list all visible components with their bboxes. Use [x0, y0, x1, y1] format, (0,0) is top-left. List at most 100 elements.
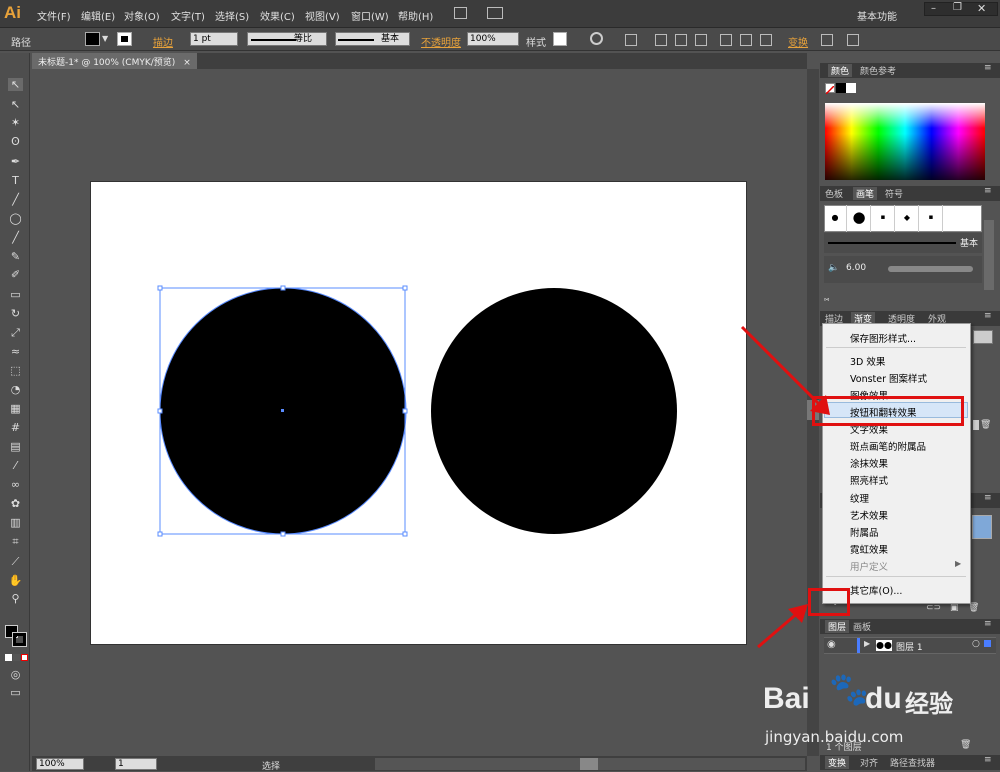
- close-icon[interactable]: ✕: [977, 2, 986, 15]
- current-tool-status[interactable]: 选择: [262, 759, 280, 772]
- panel-menu-icon[interactable]: ≡: [984, 493, 992, 503]
- isolate-icon[interactable]: [821, 34, 833, 46]
- menu-item-neon[interactable]: 霓虹效果: [850, 542, 888, 556]
- align-left-icon[interactable]: [655, 34, 667, 46]
- stroke-color-box[interactable]: [12, 632, 27, 647]
- menu-item-illuminate[interactable]: 照亮样式: [850, 473, 888, 487]
- shape-builder-tool-icon[interactable]: ◔: [8, 383, 23, 396]
- delete-style-icon[interactable]: 🗑: [968, 603, 979, 613]
- blob-brush-tool-icon[interactable]: ✐: [8, 268, 23, 281]
- gradient-type-dropdown[interactable]: [973, 330, 993, 344]
- menu-select[interactable]: 选择(S): [215, 8, 249, 23]
- break-link-icon[interactable]: ⊂⊃: [926, 603, 941, 613]
- line-tool-icon[interactable]: ╱: [8, 193, 23, 206]
- gradient-tool-icon[interactable]: ▤: [8, 440, 23, 453]
- column-graph-tool-icon[interactable]: ▥: [8, 516, 23, 529]
- menu-item-blob-brush[interactable]: 斑点画笔的附属品: [850, 439, 926, 453]
- tab-color-guide[interactable]: 颜色参考: [860, 64, 896, 77]
- menu-edit[interactable]: 编辑(E): [81, 8, 115, 23]
- expand-triangle-icon[interactable]: ▶: [864, 639, 870, 648]
- color-mode-icon[interactable]: [5, 654, 12, 661]
- target-icon[interactable]: ○: [972, 639, 980, 649]
- menu-item-3d-effects[interactable]: 3D 效果: [850, 354, 885, 368]
- options-icon[interactable]: [847, 34, 859, 46]
- recolor-icon[interactable]: [590, 32, 603, 45]
- magic-wand-tool-icon[interactable]: ✶: [8, 116, 23, 129]
- artwork-canvas[interactable]: [90, 181, 747, 645]
- menu-item-user-defined[interactable]: 用户定义: [850, 559, 888, 573]
- panel-menu-icon[interactable]: ≡: [984, 755, 992, 765]
- mesh-tool-icon[interactable]: #: [8, 421, 23, 434]
- menu-item-other-library[interactable]: 其它库(O)...: [850, 583, 902, 597]
- none-swatch[interactable]: [825, 83, 835, 95]
- tab-symbols[interactable]: 符号: [885, 187, 903, 200]
- brush-art-row[interactable]: 🔈 6.00: [824, 256, 982, 283]
- pencil-tool-icon[interactable]: ✎: [8, 250, 23, 263]
- handle-bottom[interactable]: [280, 531, 286, 537]
- handle-top-right[interactable]: [402, 285, 408, 291]
- gradient-slider-stop[interactable]: [973, 420, 979, 430]
- artboard-tool-icon[interactable]: ⌗: [8, 535, 23, 548]
- panel-menu-icon[interactable]: ≡: [984, 186, 992, 196]
- paintbrush-tool-icon[interactable]: ╱: [8, 231, 23, 244]
- screen-mode-icon[interactable]: ▭: [8, 686, 23, 699]
- minimize-icon[interactable]: –: [931, 3, 936, 14]
- menu-item-additive[interactable]: 附属品: [850, 525, 879, 539]
- close-tab-icon[interactable]: ×: [183, 58, 191, 68]
- brush-small-dot-icon[interactable]: ●: [824, 205, 847, 232]
- menu-item-artistic[interactable]: 艺术效果: [850, 508, 888, 522]
- handle-top-left[interactable]: [157, 285, 163, 291]
- opacity-field[interactable]: 100%: [467, 32, 519, 46]
- white-swatch[interactable]: [846, 83, 856, 93]
- tab-artboards[interactable]: 画板: [853, 620, 871, 633]
- free-transform-tool-icon[interactable]: ⬚: [8, 364, 23, 377]
- symbol-sprayer-tool-icon[interactable]: ✿: [8, 497, 23, 510]
- menu-item-textures[interactable]: 纹理: [850, 491, 869, 505]
- gradient-mode-icon[interactable]: [13, 654, 20, 661]
- tab-swatches[interactable]: 色板: [825, 187, 843, 200]
- menu-view[interactable]: 视图(V): [305, 8, 340, 23]
- draw-mode-icon[interactable]: ◎: [8, 668, 23, 681]
- second-circle[interactable]: [431, 288, 677, 534]
- handle-left[interactable]: [157, 408, 163, 414]
- handle-right[interactable]: [402, 408, 408, 414]
- tab-brushes[interactable]: 画笔: [853, 187, 878, 200]
- graphic-style-swatch[interactable]: [553, 32, 567, 46]
- eraser-tool-icon[interactable]: ▭: [8, 288, 23, 301]
- opacity-label[interactable]: 不透明度: [421, 34, 461, 49]
- brushes-scrollbar[interactable]: [984, 220, 994, 290]
- panel-menu-icon[interactable]: ≡: [984, 619, 992, 629]
- rotate-tool-icon[interactable]: ↻: [8, 307, 23, 320]
- menu-file[interactable]: 文件(F): [37, 8, 71, 23]
- workspace-switcher[interactable]: 基本功能: [857, 8, 897, 23]
- menu-item-scribble[interactable]: 涂抹效果: [850, 456, 888, 470]
- panel-menu-icon[interactable]: ≡: [984, 311, 992, 321]
- brush-tiny-dot-icon[interactable]: ▪: [872, 205, 895, 232]
- document-tab[interactable]: 未标题-1* @ 100% (CMYK/预览) ×: [32, 53, 197, 69]
- lasso-tool-icon[interactable]: ʘ: [8, 135, 23, 148]
- layer-name[interactable]: 图层 1: [896, 640, 923, 653]
- brush-large-dot-icon[interactable]: ●: [848, 205, 871, 232]
- brush-fine-icon[interactable]: ▪: [920, 205, 943, 232]
- menu-item-save-styles[interactable]: 保存图形样式...: [850, 331, 916, 345]
- direct-selection-tool-icon[interactable]: ↖: [8, 98, 23, 111]
- blend-tool-icon[interactable]: ∞: [8, 478, 23, 491]
- black-swatch[interactable]: [836, 83, 846, 93]
- align-center-icon[interactable]: [675, 34, 687, 46]
- bridge-icon[interactable]: [454, 7, 467, 19]
- trash-icon[interactable]: 🗑: [980, 420, 991, 430]
- handle-top[interactable]: [280, 285, 286, 291]
- chevron-down-icon[interactable]: ▼: [102, 34, 108, 43]
- menu-object[interactable]: 对象(O): [124, 8, 160, 23]
- panel-menu-icon[interactable]: ≡: [984, 63, 992, 73]
- align-middle-icon[interactable]: [740, 34, 752, 46]
- pen-tool-icon[interactable]: ✒: [8, 155, 23, 168]
- stroke-weight-field[interactable]: 1 pt: [190, 32, 238, 46]
- align-icon[interactable]: [625, 34, 637, 46]
- eyedropper-tool-icon[interactable]: ⁄: [8, 459, 23, 472]
- align-top-icon[interactable]: [720, 34, 732, 46]
- zoom-field[interactable]: 100%: [36, 758, 84, 770]
- zoom-tool-icon[interactable]: ⚲: [8, 592, 23, 605]
- menu-window[interactable]: 窗口(W): [351, 8, 389, 23]
- ellipse-tool-icon[interactable]: ◯: [8, 212, 23, 225]
